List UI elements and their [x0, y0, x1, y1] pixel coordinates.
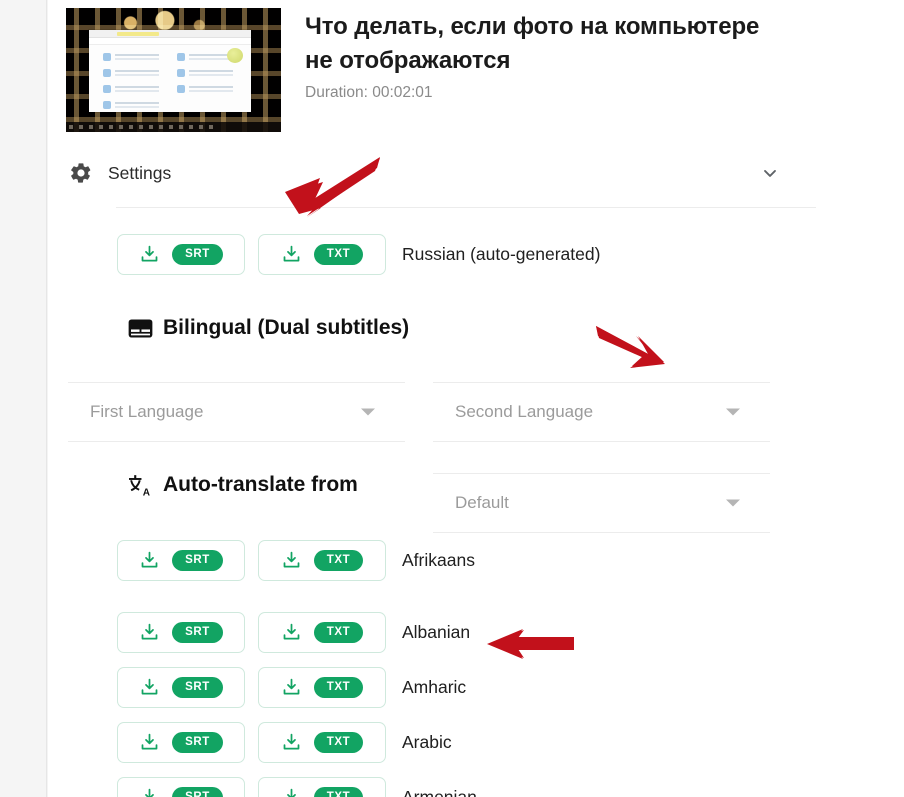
- second-language-select[interactable]: Second Language: [433, 382, 770, 442]
- table-row: SRT TXT Armenian: [117, 777, 477, 797]
- table-row: SRT TXT Amharic: [117, 667, 466, 708]
- language-label: Armenian: [402, 787, 477, 797]
- page-root: Что делать, если фото на компьютере не о…: [0, 0, 904, 797]
- bilingual-format-select[interactable]: Default: [433, 473, 770, 533]
- language-label: Arabic: [402, 732, 452, 752]
- format-pill-txt: TXT: [313, 243, 364, 266]
- subtitle-row-russian: SRT TXT Russian (auto-generated): [117, 234, 600, 275]
- caret-down-icon[interactable]: [726, 499, 740, 507]
- download-icon: [139, 622, 160, 643]
- closed-captions-icon: [128, 318, 153, 338]
- autotranslate-section-heading: A Auto-translate from: [128, 473, 358, 498]
- video-header: Что делать, если фото на компьютере не о…: [66, 8, 826, 132]
- thumbnail-screenshot-window: [89, 30, 251, 112]
- thumbnail-toolbar: [89, 38, 251, 45]
- download-srt-button[interactable]: SRT: [117, 540, 245, 581]
- download-srt-button[interactable]: SRT: [117, 777, 245, 797]
- caret-down-icon[interactable]: [361, 408, 375, 416]
- download-txt-button-russian[interactable]: TXT: [258, 234, 386, 275]
- download-txt-button[interactable]: TXT: [258, 540, 386, 581]
- subtitle-language-label: Russian (auto-generated): [402, 244, 601, 264]
- thumbnail-cursor-highlight: [227, 48, 243, 63]
- video-duration: Duration: 00:02:01: [305, 84, 433, 102]
- download-srt-button[interactable]: SRT: [117, 722, 245, 763]
- download-icon: [281, 677, 302, 698]
- bilingual-section-heading: Bilingual (Dual subtitles): [128, 316, 409, 340]
- first-language-value: First Language: [90, 402, 204, 421]
- format-pill-txt: TXT: [313, 549, 364, 572]
- gear-icon: [68, 160, 94, 186]
- thumbnail-titlebar: [89, 30, 251, 38]
- settings-label: Settings: [108, 162, 172, 183]
- caret-down-icon[interactable]: [726, 408, 740, 416]
- format-pill-txt: TXT: [313, 786, 364, 797]
- video-title: Что делать, если фото на компьютере не о…: [305, 13, 760, 75]
- download-icon: [281, 787, 302, 797]
- download-icon: [139, 787, 160, 797]
- download-icon: [139, 550, 160, 571]
- download-icon: [281, 732, 302, 753]
- download-icon: [281, 244, 302, 265]
- download-txt-button[interactable]: TXT: [258, 777, 386, 797]
- autotranslate-heading-label: Auto-translate from: [163, 473, 358, 496]
- table-row: SRT TXT Arabic: [117, 722, 452, 763]
- chevron-down-icon[interactable]: [760, 163, 780, 183]
- format-pill-srt: SRT: [172, 676, 223, 699]
- format-pill-srt: SRT: [172, 549, 223, 572]
- download-txt-button[interactable]: TXT: [258, 667, 386, 708]
- translate-icon: A: [128, 474, 153, 498]
- download-srt-button[interactable]: SRT: [117, 612, 245, 653]
- content-panel: Что делать, если фото на компьютере не о…: [48, 0, 904, 797]
- format-pill-srt: SRT: [172, 621, 223, 644]
- language-label: Amharic: [402, 677, 467, 697]
- thumbnail-taskbar: [66, 122, 281, 132]
- svg-text:A: A: [143, 487, 150, 497]
- download-icon: [281, 622, 302, 643]
- bilingual-heading-label: Bilingual (Dual subtitles): [163, 316, 410, 339]
- table-row: SRT TXT Albanian: [117, 612, 470, 653]
- settings-divider: [116, 207, 816, 208]
- video-thumbnail[interactable]: [66, 8, 281, 132]
- left-gutter: [0, 0, 47, 797]
- second-language-value: Second Language: [455, 402, 594, 421]
- format-pill-txt: TXT: [313, 676, 364, 699]
- settings-accordion-header[interactable]: Settings: [68, 152, 788, 194]
- download-icon: [139, 244, 160, 265]
- language-label: Albanian: [402, 622, 471, 642]
- table-row: SRT TXT Afrikaans: [117, 540, 475, 581]
- thumbnail-column-left: [103, 52, 167, 116]
- download-srt-button[interactable]: SRT: [117, 667, 245, 708]
- download-txt-button[interactable]: TXT: [258, 612, 386, 653]
- language-label: Afrikaans: [402, 550, 475, 570]
- download-txt-button[interactable]: TXT: [258, 722, 386, 763]
- bilingual-format-value: Default: [455, 493, 509, 512]
- format-pill-txt: TXT: [313, 731, 364, 754]
- download-icon: [281, 550, 302, 571]
- download-srt-button-russian[interactable]: SRT: [117, 234, 245, 275]
- format-pill-srt: SRT: [172, 731, 223, 754]
- video-meta: Что делать, если фото на компьютере не о…: [305, 8, 775, 102]
- format-pill-srt: SRT: [172, 786, 223, 797]
- format-pill-txt: TXT: [313, 621, 364, 644]
- download-icon: [139, 732, 160, 753]
- format-pill-srt: SRT: [172, 243, 223, 266]
- download-icon: [139, 677, 160, 698]
- first-language-select[interactable]: First Language: [68, 382, 405, 442]
